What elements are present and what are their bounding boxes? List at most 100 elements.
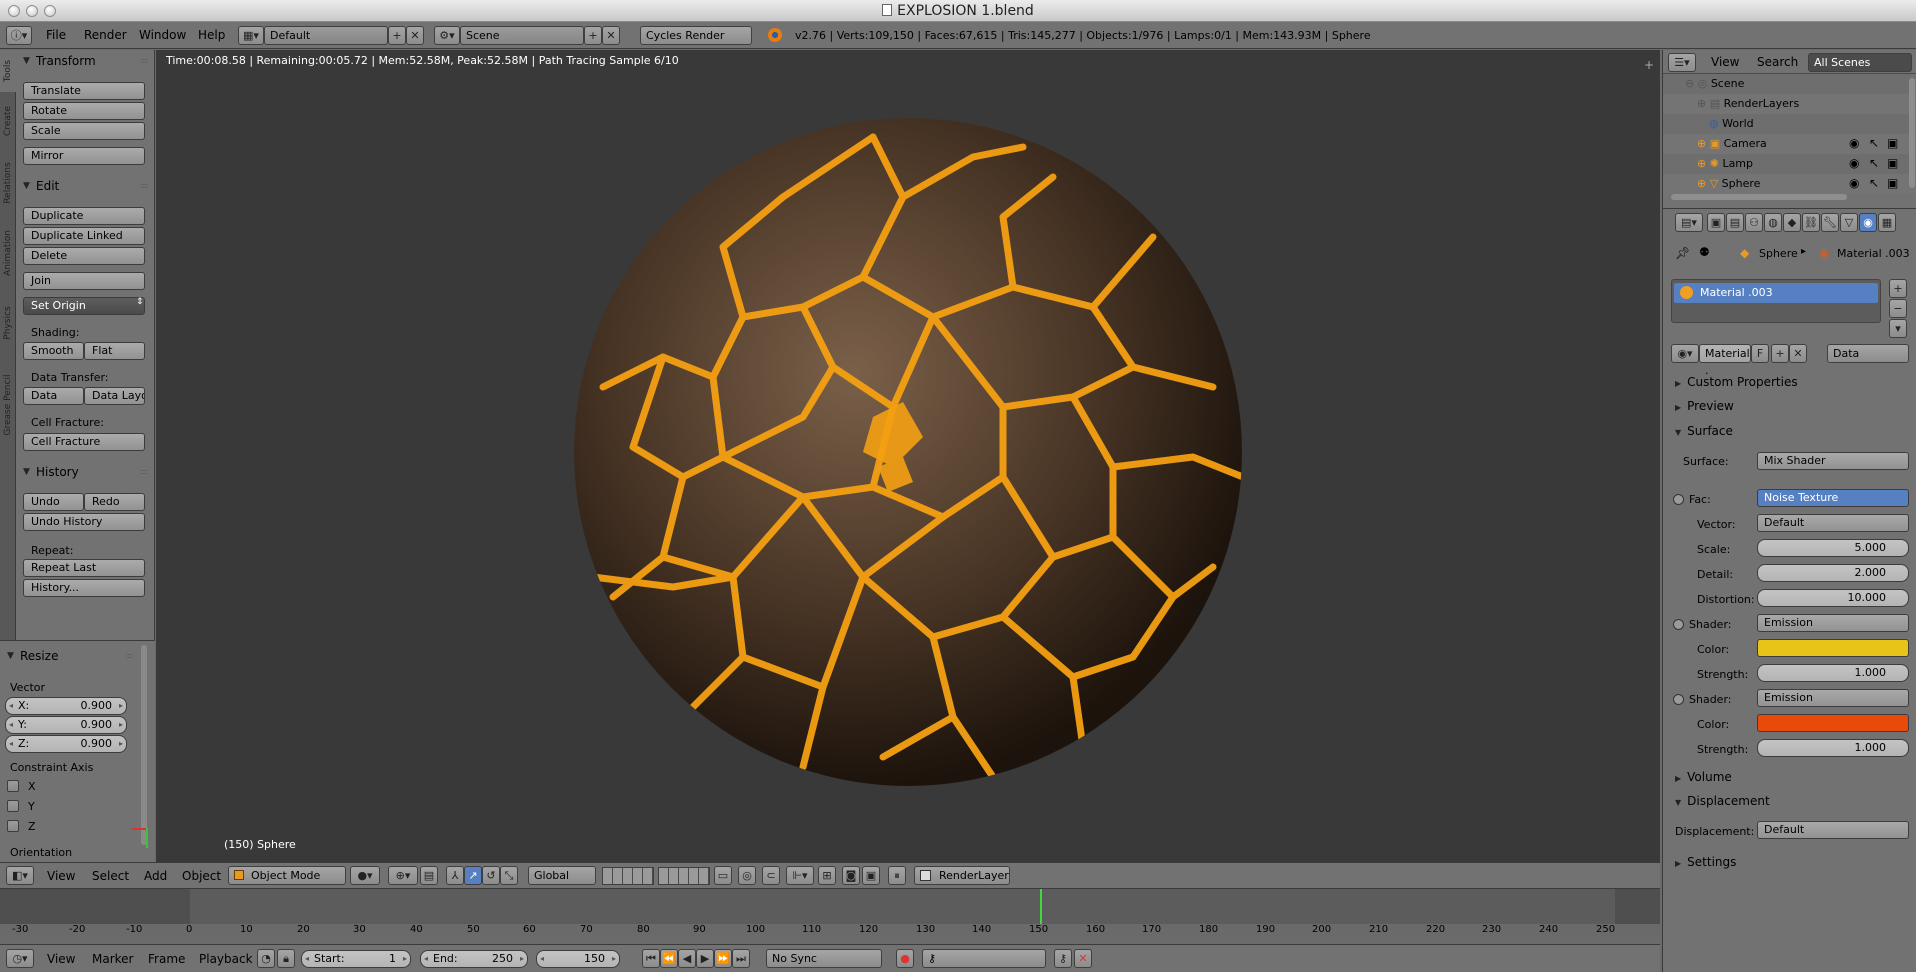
custom-properties-panel-header[interactable]: Custom Properties <box>1675 375 1797 389</box>
scene-icon[interactable]: ⚙▾ <box>434 26 460 45</box>
slot-menu-icon[interactable]: ▾ <box>1889 319 1907 338</box>
operator-scrollbar[interactable] <box>141 645 147 845</box>
snap-toggle-icon[interactable]: ⊂ <box>762 866 780 885</box>
outliner-item-world[interactable]: ◍ World <box>1663 114 1916 134</box>
pin-icon[interactable]: 📌︎ <box>1675 246 1690 260</box>
resize-y-field[interactable]: ◂ Y: 0.900 ▸ <box>5 716 127 734</box>
interaction-mode-select[interactable]: Object Mode <box>228 866 346 885</box>
snap-element-icon[interactable]: ⊩▾ <box>786 866 814 885</box>
render-engine-select[interactable]: Cycles Render <box>640 26 752 45</box>
remove-scene-icon[interactable]: ✕ <box>602 26 620 45</box>
start-frame-field[interactable]: ◂ Start: 1 ▸ <box>301 950 411 968</box>
surface-panel-header[interactable]: Surface <box>1675 424 1733 438</box>
material-name-field[interactable]: Material . <box>1699 344 1751 377</box>
surface-shader-select[interactable]: Mix Shader <box>1757 452 1909 470</box>
auto-keyframe-icon[interactable]: ● <box>896 949 914 968</box>
constraints-tab-icon[interactable]: ⛓ <box>1802 213 1820 232</box>
shader1-link-toggle[interactable] <box>1673 619 1684 630</box>
visibility-eye-icon[interactable]: ◉ <box>1849 176 1859 190</box>
pivot-point-icon[interactable]: ⊕▾ <box>388 866 418 885</box>
viewport-shading-icon[interactable]: ●▾ <box>350 866 380 885</box>
next-keyframe-icon[interactable]: ⏩ <box>714 949 732 968</box>
jump-start-icon[interactable]: ⏮ <box>642 949 660 968</box>
timeline-editor-type-icon[interactable]: ◷▾ <box>6 949 34 968</box>
outliner-item-scene[interactable]: ⊖ ◎ Scene <box>1663 74 1916 94</box>
join-button[interactable]: Join <box>23 272 145 290</box>
duplicate-linked-button[interactable]: Duplicate Linked <box>23 227 145 245</box>
undo-history-button[interactable]: Undo History <box>23 513 145 531</box>
shader1-select[interactable]: Emission <box>1757 614 1909 632</box>
constraint-y-checkbox[interactable] <box>7 800 19 812</box>
jump-end-icon[interactable]: ⏭ <box>732 949 750 968</box>
constraint-x-checkbox[interactable] <box>7 780 19 792</box>
add-screen-icon[interactable]: + <box>388 26 406 45</box>
3d-menu-add[interactable]: Add <box>144 869 167 883</box>
translate-button[interactable]: Translate <box>23 82 145 100</box>
menu-help[interactable]: Help <box>198 28 225 42</box>
data-tab-icon[interactable]: ▽ <box>1840 213 1858 232</box>
resize-x-field[interactable]: ◂ X: 0.900 ▸ <box>5 697 127 715</box>
visibility-eye-icon[interactable]: ◉ <box>1849 156 1859 170</box>
new-material-icon[interactable]: + <box>1771 344 1789 363</box>
add-scene-icon[interactable]: + <box>584 26 602 45</box>
selectable-cursor-icon[interactable]: ↖ <box>1869 136 1879 150</box>
render-anim-icon[interactable]: ▣ <box>862 866 880 885</box>
3d-menu-view[interactable]: View <box>47 869 75 883</box>
timeline-menu-frame[interactable]: Frame <box>148 952 185 966</box>
outliner-editor-type-icon[interactable]: ☰▾ <box>1668 53 1696 72</box>
selectable-cursor-icon[interactable]: ↖ <box>1869 176 1879 190</box>
prev-keyframe-icon[interactable]: ⏪ <box>660 949 678 968</box>
rendered-sphere[interactable] <box>573 117 1243 787</box>
timeline-menu-playback[interactable]: Playback <box>199 952 253 966</box>
renderable-camera-icon[interactable]: ▣ <box>1887 156 1898 170</box>
data-transfer-button[interactable]: Data <box>23 387 84 405</box>
material-tab-icon[interactable]: ◉ <box>1859 213 1877 232</box>
renderable-camera-icon[interactable]: ▣ <box>1887 136 1898 150</box>
render-still-icon[interactable]: ◙ <box>842 866 860 885</box>
scene-layers-grid-b[interactable] <box>658 867 710 885</box>
3d-menu-object[interactable]: Object <box>182 869 221 883</box>
snap-target-icon[interactable]: ⊞ <box>818 866 836 885</box>
modifiers-tab-icon[interactable]: 🔧︎ <box>1821 213 1839 232</box>
sync-mode-select[interactable]: No Sync <box>766 949 882 968</box>
constraint-z-checkbox[interactable] <box>7 820 19 832</box>
timeline-ruler[interactable]: -30 -20 -10 0 10 20 30 40 50 60 70 80 90… <box>0 924 1660 938</box>
duplicate-button[interactable]: Duplicate <box>23 207 145 225</box>
emission2-strength-field[interactable]: 1.000 <box>1757 739 1909 757</box>
outliner-hscrollbar[interactable] <box>1671 194 1847 200</box>
edit-panel-header[interactable]: Edit <box>16 175 155 197</box>
timeline-menu-marker[interactable]: Marker <box>92 952 133 966</box>
tab-animation[interactable]: Animation <box>0 218 16 290</box>
visibility-eye-icon[interactable]: ◉ <box>1849 136 1859 150</box>
shader2-select[interactable]: Emission <box>1757 689 1909 707</box>
settings-panel-header[interactable]: Settings <box>1675 855 1736 869</box>
tab-physics[interactable]: Physics <box>0 292 16 354</box>
keying-set-field[interactable]: ⚷ <box>922 949 1046 968</box>
unlink-material-icon[interactable]: ✕ <box>1789 344 1807 363</box>
timeline-menu-view[interactable]: View <box>47 952 75 966</box>
noise-scale-field[interactable]: 5.000 <box>1757 539 1909 557</box>
3d-menu-select[interactable]: Select <box>92 869 129 883</box>
menu-window[interactable]: Window <box>139 28 186 42</box>
play-reverse-icon[interactable]: ◀ <box>678 949 696 968</box>
scene-field[interactable]: Scene <box>460 26 584 45</box>
render-tab-icon[interactable]: ▣ <box>1707 213 1725 232</box>
tab-grease-pencil[interactable]: Grease Pencil <box>0 356 16 454</box>
insert-keyframe-icon[interactable]: ⚷ <box>1054 949 1072 968</box>
texture-tab-icon[interactable]: ▦ <box>1878 213 1896 232</box>
material-slot-item[interactable]: Material .003 <box>1674 283 1878 303</box>
outliner-item-renderlayers[interactable]: ⊕ ▤ RenderLayers <box>1663 94 1916 114</box>
current-frame-marker[interactable] <box>1040 889 1042 925</box>
object-tab-icon[interactable]: ◆ <box>1783 213 1801 232</box>
rotate-manipulator-icon[interactable]: ↺ <box>482 866 500 885</box>
preview-range-icon[interactable]: ◔ <box>257 949 275 968</box>
transform-panel-header[interactable]: Transform <box>16 50 155 72</box>
resize-z-field[interactable]: ◂ Z: 0.900 ▸ <box>5 735 127 753</box>
outliner-menu-search[interactable]: Search <box>1757 55 1798 69</box>
manipulator-toggle-icon[interactable]: ⅄ <box>446 866 464 885</box>
lock-layers-icon[interactable]: ▭ <box>714 866 732 885</box>
scene-tab-icon[interactable]: ⚇ <box>1745 213 1763 232</box>
translate-manipulator-icon[interactable]: ↗ <box>464 866 482 885</box>
browse-material-icon[interactable]: ◉▾ <box>1671 344 1699 363</box>
shade-smooth-button[interactable]: Smooth <box>23 342 84 360</box>
